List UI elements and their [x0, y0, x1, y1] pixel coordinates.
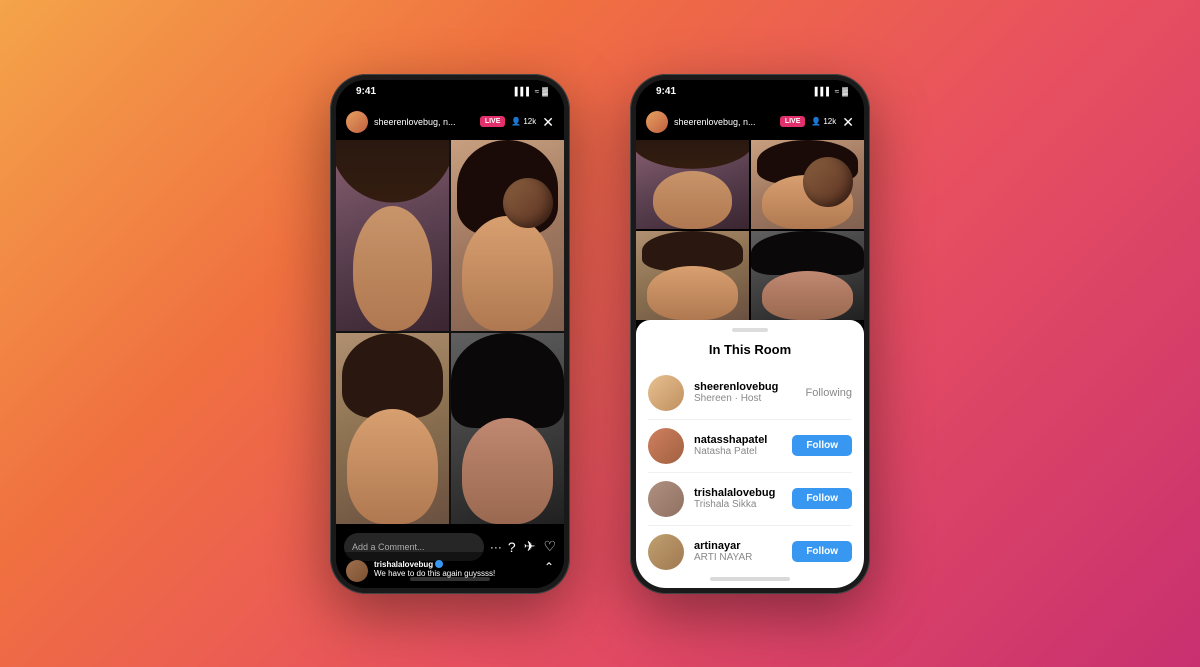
wifi-icon-right: ≈ [835, 87, 839, 96]
video-cell-tl [336, 140, 449, 331]
face-shape-bl [347, 409, 437, 524]
video-cell-tr [451, 140, 564, 331]
room-username-1: natasshapatel [694, 434, 782, 446]
room-info-1: natasshapatel Natasha Patel [694, 434, 782, 457]
phone-right: 9:41 ▌▌▌ ≈ ▓ sheerenlovebug, n... LIVE 👤… [630, 74, 870, 594]
room-list: sheerenlovebug Shereen · Host Following … [636, 367, 864, 570]
room-realname-2: Trishala Sikka [694, 499, 782, 510]
room-realname-0: Shereen · Host [694, 393, 796, 404]
top-bar-left: sheerenlovebug, n... LIVE 👤 12k ✕ [336, 104, 564, 140]
signal-icon: ▌▌▌ [515, 87, 532, 96]
room-avatar-3 [648, 534, 684, 570]
room-item-2: trishalalovebug Trishala Sikka Follow [648, 473, 852, 526]
hair-bl-r [642, 231, 744, 271]
face-br-r [762, 271, 852, 320]
live-badge-right: LIVE [780, 116, 806, 127]
face-shape-br [462, 418, 552, 523]
room-info-2: trishalalovebug Trishala Sikka [694, 487, 782, 510]
status-bar-right: 9:41 ▌▌▌ ≈ ▓ [636, 80, 864, 104]
video-grid-right [636, 140, 864, 320]
comment-placeholder: Add a Comment... [352, 542, 425, 552]
status-bar-left: 9:41 ▌▌▌ ≈ ▓ [336, 80, 564, 104]
status-time-left: 9:41 [356, 86, 376, 97]
follow-button-2[interactable]: Follow [792, 488, 852, 509]
video-cell-br-r [751, 231, 864, 320]
close-button-right[interactable]: ✕ [842, 115, 854, 129]
room-item-1: natasshapatel Natasha Patel Follow [648, 420, 852, 473]
top-bar-right: sheerenlovebug, n... LIVE 👤 12k ✕ [636, 104, 864, 140]
follow-button-3[interactable]: Follow [792, 541, 852, 562]
face-shape-tl [353, 206, 432, 330]
room-realname-3: ARTI NAYAR [694, 552, 782, 563]
comment-user: trishalalovebug We have to do this again… [346, 560, 554, 582]
battery-icon: ▓ [542, 87, 548, 96]
face-shape-tr [462, 216, 552, 331]
signal-icon-right: ▌▌▌ [815, 87, 832, 96]
room-item-3: artinayar ARTI NAYAR Follow [648, 526, 852, 570]
chevron-up-icon[interactable]: ⌃ [544, 560, 554, 574]
room-avatar-0 [648, 375, 684, 411]
room-info-0: sheerenlovebug Shereen · Host [694, 381, 796, 404]
room-username-2: trishalalovebug [694, 487, 782, 499]
room-avatar-1 [648, 428, 684, 464]
viewer-count-left: 👤 12k [511, 117, 536, 126]
battery-icon-right: ▓ [842, 87, 848, 96]
video-cell-tr-r [751, 140, 864, 229]
comment-message: We have to do this again guyssss! [374, 569, 538, 578]
product-item-tr-r [803, 157, 853, 207]
username-left: sheerenlovebug, n... [374, 117, 474, 127]
phone-left: 9:41 ▌▌▌ ≈ ▓ sheerenlovebug, n... LIVE 👤… [330, 74, 570, 594]
room-item-0: sheerenlovebug Shereen · Host Following [648, 367, 852, 420]
room-avatar-2 [648, 481, 684, 517]
comment-overlay-left: trishalalovebug We have to do this again… [336, 552, 564, 588]
video-cell-bl [336, 333, 449, 524]
sheet-handle [732, 328, 768, 332]
face-bl-r [647, 266, 737, 319]
room-realname-1: Natasha Patel [694, 446, 782, 457]
live-badge-left: LIVE [480, 116, 506, 127]
face-shape-tl-r [653, 171, 732, 229]
hair-br-r [751, 231, 864, 276]
host-avatar-left [346, 111, 368, 133]
viewer-count-right: 👤 12k [811, 117, 836, 126]
video-cell-br [451, 333, 564, 524]
follow-button-1[interactable]: Follow [792, 435, 852, 456]
home-indicator-right [636, 570, 864, 588]
video-cell-bl-r [636, 231, 749, 320]
status-icons-left: ▌▌▌ ≈ ▓ [515, 87, 548, 96]
host-avatar-right [646, 111, 668, 133]
close-button-left[interactable]: ✕ [542, 115, 554, 129]
hair-shape-bl [342, 333, 444, 419]
video-grid-left [336, 140, 564, 524]
comment-content: trishalalovebug We have to do this again… [374, 560, 538, 578]
hair-shape-br [451, 333, 564, 429]
room-username-3: artinayar [694, 540, 782, 552]
sheet-title: In This Room [636, 342, 864, 357]
commenter-avatar [346, 560, 368, 582]
following-label-0: Following [806, 387, 852, 399]
room-username-0: sheerenlovebug [694, 381, 796, 393]
person-icon-right: 👤 [811, 117, 821, 126]
bottom-sheet: In This Room sheerenlovebug Shereen · Ho… [636, 320, 864, 570]
verified-icon [435, 560, 443, 568]
person-icon: 👤 [511, 117, 521, 126]
status-time-right: 9:41 [656, 86, 676, 97]
commenter-username: trishalalovebug [374, 560, 538, 569]
wifi-icon: ≈ [535, 87, 539, 96]
product-item-tr [503, 178, 553, 228]
home-bar-right [710, 577, 790, 581]
video-cell-tl-r [636, 140, 749, 229]
room-info-3: artinayar ARTI NAYAR [694, 540, 782, 563]
status-icons-right: ▌▌▌ ≈ ▓ [815, 87, 848, 96]
username-right: sheerenlovebug, n... [674, 117, 774, 127]
